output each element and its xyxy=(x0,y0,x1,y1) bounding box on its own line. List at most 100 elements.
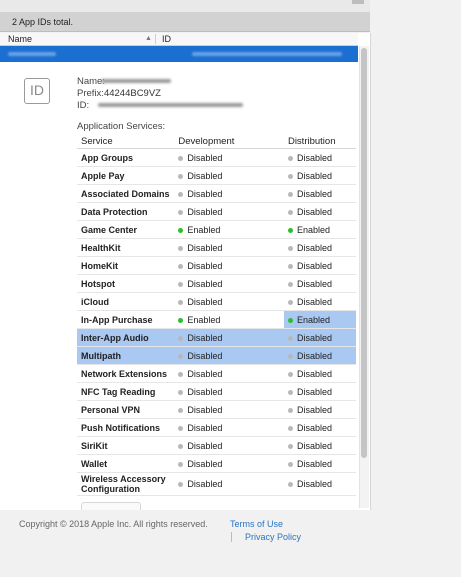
distribution-status: Disabled xyxy=(283,454,356,473)
development-status-text: Enabled xyxy=(187,224,221,235)
distribution-status: Disabled xyxy=(283,292,356,311)
disabled-status-dot-icon xyxy=(178,335,184,341)
development-status-text: Disabled xyxy=(187,422,223,433)
development-status-text: Disabled xyxy=(187,458,223,469)
service-row: iCloud Disabled Disabled xyxy=(77,292,356,311)
service-name: In-App Purchase xyxy=(77,310,175,329)
disabled-status-dot-icon xyxy=(287,335,293,341)
distribution-status: Disabled xyxy=(283,436,356,455)
column-name-header[interactable]: Name xyxy=(8,33,32,45)
redacted-app-identifier xyxy=(192,52,342,56)
service-row: Network Extensions Disabled Disabled xyxy=(77,364,356,383)
service-row: Personal VPN Disabled Disabled xyxy=(77,400,356,419)
development-status: Disabled xyxy=(174,400,284,419)
redacted-id-value xyxy=(97,103,243,108)
distribution-status-text: Disabled xyxy=(296,206,332,217)
window-control[interactable] xyxy=(352,0,364,4)
distribution-status-text: Disabled xyxy=(296,386,332,397)
distribution-status: Disabled xyxy=(283,148,356,167)
terms-of-use-link[interactable]: Terms of Use xyxy=(230,519,283,529)
disabled-status-dot-icon xyxy=(178,407,184,413)
development-status: Disabled xyxy=(174,256,284,275)
development-status-text: Disabled xyxy=(187,278,223,289)
service-name: Data Protection xyxy=(77,202,175,221)
disabled-status-dot-icon xyxy=(287,482,293,488)
detail-scrollbar[interactable] xyxy=(359,46,369,508)
distribution-status-text: Enabled xyxy=(296,314,330,325)
service-name-text: Hotspot xyxy=(81,278,115,289)
service-name: SiriKit xyxy=(77,436,175,455)
disabled-status-dot-icon xyxy=(178,299,184,305)
development-status-text: Disabled xyxy=(187,152,223,163)
disabled-status-dot-icon xyxy=(178,371,184,377)
distribution-status-text: Enabled xyxy=(296,224,330,235)
development-status: Disabled xyxy=(174,184,284,203)
disabled-status-dot-icon xyxy=(178,173,184,179)
app-prefix-line: Prefix:44244BC9VZ xyxy=(77,88,161,100)
service-name-text: Data Protection xyxy=(81,206,148,217)
service-row: Inter-App Audio Disabled Disabled xyxy=(77,328,356,347)
service-name-text: Personal VPN xyxy=(81,404,141,415)
service-name: HomeKit xyxy=(77,256,175,275)
disabled-status-dot-icon xyxy=(178,482,184,488)
distribution-status-text: Disabled xyxy=(296,350,332,361)
distribution-status: Disabled xyxy=(283,256,356,275)
enabled-status-dot-icon xyxy=(178,317,184,323)
disabled-status-dot-icon xyxy=(178,209,184,215)
development-column-header: Development xyxy=(174,134,284,149)
disabled-status-dot-icon xyxy=(178,389,184,395)
disabled-status-dot-icon xyxy=(178,191,184,197)
disabled-status-dot-icon xyxy=(287,407,293,413)
service-name-text: Network Extensions xyxy=(81,368,168,379)
service-name: Network Extensions xyxy=(77,364,175,383)
scrollbar-thumb[interactable] xyxy=(361,48,367,458)
service-name: App Groups xyxy=(77,148,175,167)
disabled-status-dot-icon xyxy=(287,155,293,161)
development-status-text: Disabled xyxy=(187,479,223,489)
distribution-status: Disabled xyxy=(283,328,356,347)
app-id-count: 2 App IDs total. xyxy=(0,12,370,32)
sort-ascending-icon[interactable]: ▲ xyxy=(145,33,152,45)
development-status: Disabled xyxy=(174,238,284,257)
app-identifier-line: ID: xyxy=(77,100,243,112)
disabled-status-dot-icon xyxy=(178,353,184,359)
distribution-status-text: Disabled xyxy=(296,404,332,415)
service-row: SiriKit Disabled Disabled xyxy=(77,436,356,455)
development-status: Disabled xyxy=(174,148,284,167)
enabled-status-dot-icon xyxy=(287,317,293,323)
selected-app-id-row[interactable] xyxy=(0,46,358,62)
distribution-status-text: Disabled xyxy=(296,260,332,271)
redacted-name-value xyxy=(100,79,171,84)
distribution-status: Disabled xyxy=(283,346,356,365)
column-divider xyxy=(155,34,156,44)
service-name: Wireless Accessory Configuration xyxy=(77,472,175,496)
distribution-status: Enabled xyxy=(283,220,356,239)
development-status-text: Disabled xyxy=(187,260,223,271)
service-name: Apple Pay xyxy=(77,166,175,185)
development-status-text: Disabled xyxy=(187,296,223,307)
service-name-text: Wallet xyxy=(81,458,108,469)
development-status-text: Disabled xyxy=(187,440,223,451)
edit-button[interactable] xyxy=(81,502,141,510)
id-label: ID: xyxy=(77,100,90,111)
service-name: Push Notifications xyxy=(77,418,175,437)
service-row: Wallet Disabled Disabled xyxy=(77,454,356,473)
disabled-status-dot-icon xyxy=(178,425,184,431)
redacted-app-name xyxy=(8,52,56,56)
column-id-header[interactable]: ID xyxy=(162,33,171,45)
distribution-status: Disabled xyxy=(283,166,356,185)
development-status: Enabled xyxy=(174,310,284,329)
service-row: HomeKit Disabled Disabled xyxy=(77,256,356,275)
development-status: Enabled xyxy=(174,220,284,239)
service-name: iCloud xyxy=(77,292,175,311)
development-status: Disabled xyxy=(174,274,284,293)
privacy-policy-link[interactable]: Privacy Policy xyxy=(245,532,301,542)
distribution-status-text: Disabled xyxy=(296,278,332,289)
prefix-value: 44244BC9VZ xyxy=(103,88,161,99)
disabled-status-dot-icon xyxy=(287,389,293,395)
distribution-status-text: Disabled xyxy=(296,479,332,489)
distribution-status-text: Disabled xyxy=(296,152,332,163)
disabled-status-dot-icon xyxy=(178,155,184,161)
development-status-text: Enabled xyxy=(187,314,221,325)
distribution-status: Disabled xyxy=(283,418,356,437)
